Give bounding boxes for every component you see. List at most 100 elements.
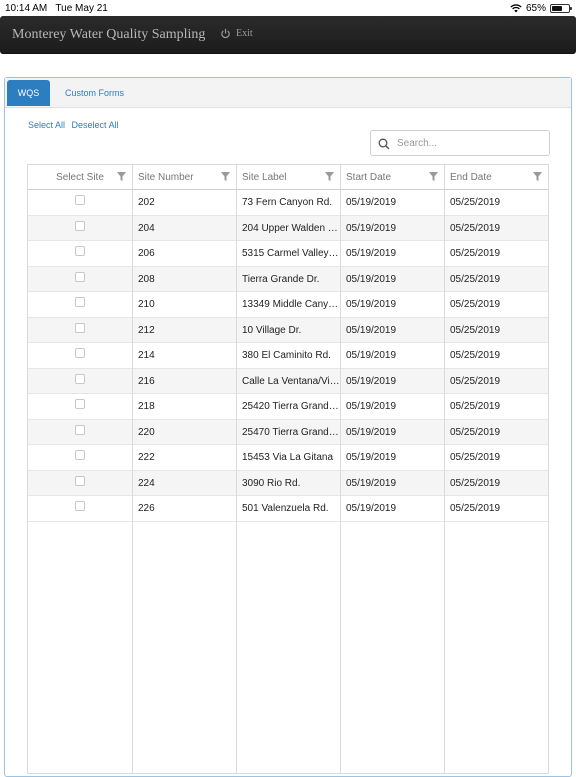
cell-site-label: 73 Fern Canyon Rd.: [242, 197, 333, 208]
cell-site-number: 206: [138, 248, 155, 259]
column-header-site-number[interactable]: Site Number: [132, 165, 236, 190]
status-right: 65%: [510, 3, 572, 14]
table-row[interactable]: 216 Calle La Ventana/Via Contenta 05/19/20…: [28, 368, 548, 394]
cell-site-label: 501 Valenzuela Rd.: [242, 503, 329, 514]
cell-end-date: 05/25/2019: [450, 452, 501, 463]
cell-start-date: 05/19/2019: [346, 503, 397, 514]
power-icon: [221, 28, 230, 39]
tab-custom-forms[interactable]: Custom Forms: [55, 80, 134, 106]
cell-site-number: 204: [138, 222, 155, 234]
tab-strip: WQS Custom Forms: [5, 78, 571, 108]
column-header-site-label[interactable]: Site Label: [236, 165, 340, 190]
cell-end-date: 05/25/2019: [450, 375, 501, 387]
cell-start-date: 05/19/2019: [346, 401, 397, 412]
select-all-link[interactable]: Select All: [28, 120, 65, 130]
app-title: Monterey Water Quality Sampling: [12, 27, 206, 42]
cell-end-date: 05/25/2019: [450, 248, 501, 259]
row-checkbox[interactable]: [75, 399, 85, 409]
cell-site-number: 224: [138, 477, 155, 489]
column-divider: [132, 165, 133, 773]
row-checkbox[interactable]: [75, 373, 85, 384]
cell-start-date: 05/19/2019: [346, 197, 397, 208]
cell-site-number: 220: [138, 426, 155, 438]
row-checkbox[interactable]: [75, 220, 85, 231]
table-row[interactable]: 220 25470 Tierra Grande Dr. 05/19/2019 05/2…: [28, 419, 548, 445]
table-row[interactable]: 218 25420 Tierra Grande Dr. 05/19/2019 05/2…: [28, 394, 548, 420]
cell-start-date: 05/19/2019: [346, 299, 397, 310]
row-checkbox[interactable]: [75, 501, 85, 511]
search-input[interactable]: [397, 135, 542, 151]
cell-start-date: 05/19/2019: [346, 222, 397, 234]
row-checkbox[interactable]: [75, 475, 85, 486]
table-row[interactable]: 210 13349 Middle Canyon Rd. 05/19/2019 05/2…: [28, 292, 548, 318]
cell-site-number: 208: [138, 273, 155, 285]
cell-start-date: 05/19/2019: [346, 426, 397, 438]
filter-icon[interactable]: [325, 172, 334, 181]
column-header-end-date[interactable]: End Date: [444, 165, 548, 190]
row-checkbox[interactable]: [75, 450, 85, 460]
cell-site-label: 3090 Rio Rd.: [242, 477, 301, 489]
column-header-select-site[interactable]: Select Site: [28, 165, 132, 190]
table-row[interactable]: 212 10 Village Dr. 05/19/2019 05/25/2019: [28, 317, 548, 343]
cell-site-label: 10 Village Dr.: [242, 324, 302, 336]
table-row[interactable]: 208 Tierra Grande Dr. 05/19/2019 05/25/2019: [28, 266, 548, 292]
cell-site-label: 25420 Tierra Grande Dr.: [242, 401, 340, 412]
row-checkbox[interactable]: [75, 424, 85, 435]
row-checkbox[interactable]: [75, 246, 85, 256]
cell-site-label: 5315 Carmel Valley Rd.: [242, 248, 340, 259]
cell-start-date: 05/19/2019: [346, 324, 397, 336]
cell-end-date: 05/25/2019: [450, 503, 501, 514]
cell-start-date: 05/19/2019: [346, 477, 397, 489]
filter-icon[interactable]: [429, 172, 438, 181]
filter-icon[interactable]: [221, 172, 230, 181]
row-checkbox[interactable]: [75, 348, 85, 358]
row-checkbox[interactable]: [75, 322, 85, 333]
search-icon: [378, 138, 390, 150]
cell-site-number: 210: [138, 299, 155, 310]
table-row[interactable]: 204 204 Upper Walden Rd. 05/19/2019 05/25/2…: [28, 215, 548, 241]
cell-site-number: 202: [138, 197, 155, 208]
exit-label: Exit: [236, 28, 253, 39]
tab-wqs[interactable]: WQS: [7, 80, 50, 106]
cell-end-date: 05/25/2019: [450, 299, 501, 310]
row-checkbox[interactable]: [75, 271, 85, 282]
table-row[interactable]: 224 3090 Rio Rd. 05/19/2019 05/25/2019: [28, 470, 548, 496]
table-row[interactable]: 222 15453 Via La Gitana 05/19/2019 05/25/20…: [28, 445, 548, 471]
table-row[interactable]: 202 73 Fern Canyon Rd. 05/19/2019 05/25/201…: [28, 190, 548, 216]
table-row[interactable]: 226 501 Valenzuela Rd. 05/19/2019 05/25/201…: [28, 496, 548, 522]
cell-end-date: 05/25/2019: [450, 477, 501, 489]
column-header-start-date[interactable]: Start Date: [340, 165, 444, 190]
sites-grid: Select Site Site Number Site Label Start…: [27, 164, 549, 774]
grid-header: Select Site Site Number Site Label Start…: [28, 165, 548, 190]
column-divider: [236, 165, 237, 773]
cell-site-number: 222: [138, 452, 155, 463]
column-divider: [340, 165, 341, 773]
battery-percent: 65%: [525, 3, 546, 14]
cell-start-date: 05/19/2019: [346, 350, 397, 361]
cell-site-label: 15453 Via La Gitana: [242, 452, 334, 463]
table-row[interactable]: 206 5315 Carmel Valley Rd. 05/19/2019 05/25…: [28, 241, 548, 267]
status-time: 10:14 AM Tue May 21: [5, 3, 108, 14]
cell-site-number: 212: [138, 324, 155, 336]
row-checkbox[interactable]: [75, 195, 85, 205]
cell-end-date: 05/25/2019: [450, 401, 501, 412]
row-checkbox[interactable]: [75, 297, 85, 307]
wifi-icon: [510, 4, 522, 13]
cell-end-date: 05/25/2019: [450, 273, 501, 285]
filter-icon[interactable]: [117, 172, 126, 181]
deselect-all-link[interactable]: Deselect All: [72, 120, 119, 130]
app-header: Monterey Water Quality Sampling Exit: [0, 16, 576, 54]
search-box[interactable]: [370, 130, 550, 156]
cell-site-label: 13349 Middle Canyon Rd.: [242, 299, 340, 310]
filter-icon[interactable]: [533, 172, 542, 181]
table-row[interactable]: 214 380 El Caminito Rd. 05/19/2019 05/25/20…: [28, 343, 548, 369]
cell-site-number: 214: [138, 350, 155, 361]
cell-site-label: 25470 Tierra Grande Dr.: [242, 426, 340, 438]
cell-site-label: Tierra Grande Dr.: [242, 273, 320, 285]
cell-site-label: 204 Upper Walden Rd.: [242, 222, 340, 234]
cell-site-number: 226: [138, 503, 155, 514]
cell-end-date: 05/25/2019: [450, 222, 501, 234]
selection-links: Select All Deselect All: [28, 120, 123, 130]
exit-button[interactable]: Exit: [220, 28, 253, 39]
cell-start-date: 05/19/2019: [346, 248, 397, 259]
